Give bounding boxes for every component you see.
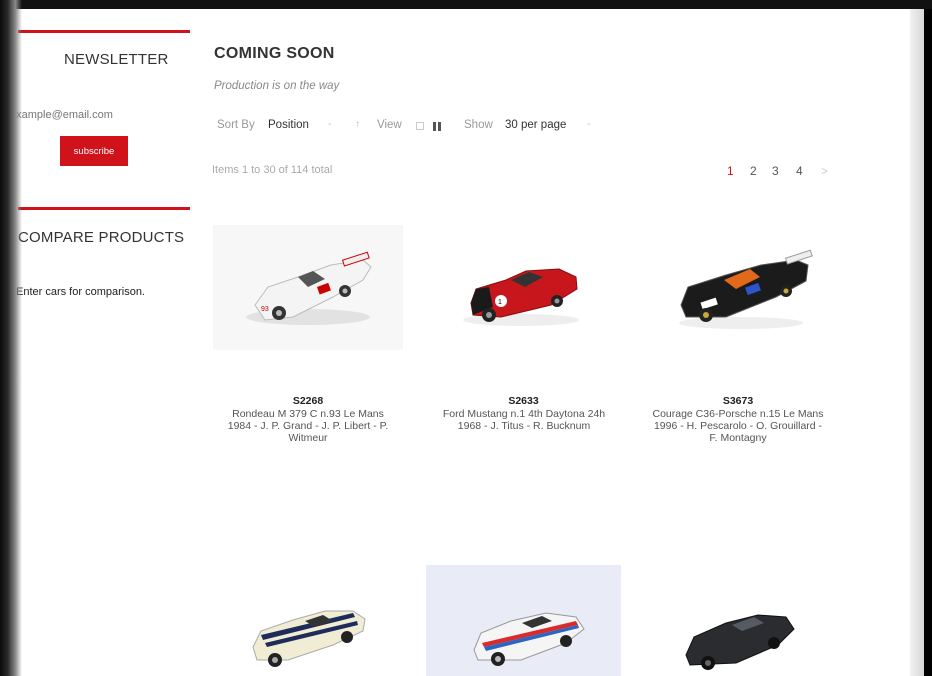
product-name-line: Rondeau M 379 C n.93 Le Mans <box>232 408 384 420</box>
compare-empty-text: Enter cars for comparison. <box>16 286 145 298</box>
product-name-line: Ford Mustang n.1 4th Daytona 24h <box>442 408 606 420</box>
compare-products-title: COMPARE PRODUCTS <box>18 229 185 246</box>
newsletter-divider <box>18 30 190 33</box>
product-name[interactable]: Rondeau M 379 C n.93 Le Mans 1984 - J. P… <box>208 408 408 444</box>
category-title: COMING SOON <box>214 45 335 62</box>
list-view-icon[interactable] <box>433 122 442 131</box>
product-image-red-mustang[interactable]: 1 <box>431 225 616 350</box>
items-total-count: Items 1 to 30 of 114 total <box>212 164 333 176</box>
next-page-icon[interactable]: > <box>821 164 828 178</box>
show-label: Show <box>464 119 493 131</box>
product-sku[interactable]: S2268 <box>213 395 403 407</box>
product-image-prototype-race-car[interactable] <box>646 225 836 350</box>
page: NEWSLETTER subscribe COMPARE PRODUCTS En… <box>0 0 924 676</box>
category-subtitle: Production is on the way <box>214 80 340 92</box>
page-link-1[interactable]: 1 <box>727 164 734 178</box>
view-label: View <box>377 119 402 131</box>
product-sku[interactable]: S2633 <box>426 395 621 407</box>
compare-divider <box>18 207 190 210</box>
limiter-select-dash: - <box>587 119 591 130</box>
product-image-white-race-car[interactable]: 93 <box>213 225 403 350</box>
product-name[interactable]: Courage C36-Porsche n.15 Le Mans 1996 - … <box>638 408 838 444</box>
page-link-2[interactable]: 2 <box>750 164 757 178</box>
product-name-line: 1968 - J. Titus - R. Bucknum <box>457 420 591 432</box>
sort-direction-arrow-icon[interactable]: ↑ <box>355 119 360 130</box>
product-name-line: Witmeur <box>288 432 328 444</box>
subscribe-button[interactable]: subscribe <box>60 136 128 166</box>
product-image-grey-porsche-911[interactable] <box>646 565 836 676</box>
product-sku[interactable]: S3673 <box>643 395 833 407</box>
product-name-line: F. Montagny <box>709 432 767 444</box>
product-name[interactable]: Ford Mustang n.1 4th Daytona 24h 1968 - … <box>424 408 624 432</box>
limiter-select[interactable]: 30 per page <box>505 119 566 131</box>
product-name-line: Courage C36-Porsche n.15 Le Mans <box>652 408 824 420</box>
sort-by-select[interactable]: Position <box>268 119 309 131</box>
page-link-3[interactable]: 3 <box>772 164 779 178</box>
product-name-line: 1984 - J. P. Grand - J. P. Libert - P. <box>227 420 389 432</box>
product-image-martini-porsche-911[interactable] <box>426 565 621 676</box>
newsletter-title: NEWSLETTER <box>64 51 169 68</box>
left-edge-shadow <box>0 0 22 676</box>
page-link-4[interactable]: 4 <box>796 164 803 178</box>
product-image-white-mustang-striped[interactable] <box>213 565 403 676</box>
grid-view-icon[interactable] <box>416 122 424 130</box>
top-edge-bar <box>0 0 932 9</box>
sort-select-dash: - <box>328 119 332 130</box>
sort-by-label: Sort By <box>217 119 255 131</box>
svg-text:1: 1 <box>498 299 502 306</box>
newsletter-email-input[interactable] <box>10 106 145 124</box>
product-name-line: 1996 - H. Pescarolo - O. Grouillard - <box>653 420 823 432</box>
svg-text:93: 93 <box>261 306 269 313</box>
right-edge-shade <box>910 0 924 676</box>
